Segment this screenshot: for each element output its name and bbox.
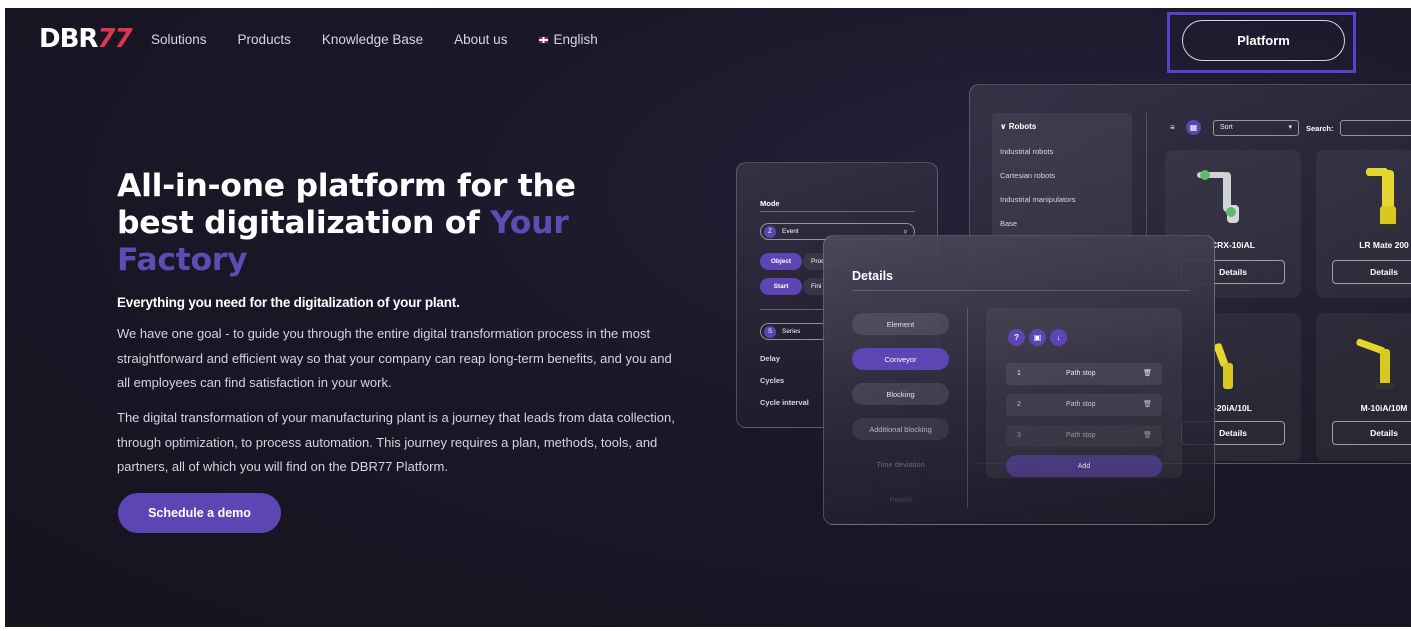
path-stop-number: 3	[1017, 432, 1021, 439]
details-button[interactable]: Details	[1332, 421, 1411, 445]
path-stop-row[interactable]: 1 Path stop 🗑	[1006, 363, 1162, 385]
language-label: English	[553, 32, 598, 47]
path-stop-label: Path stop	[1066, 370, 1096, 377]
robots-sidebar: ∨ Robots Industrial robots Cartesian rob…	[992, 113, 1132, 238]
hero-title-line2-start: best digitalization of	[117, 205, 491, 241]
time-deviation-tab[interactable]: Time deviation	[852, 453, 949, 475]
chevron-down-icon: ∨	[1000, 122, 1009, 131]
series-select[interactable]: S Series	[760, 323, 830, 340]
hero-title: All-in-one platform for the best digital…	[117, 168, 677, 279]
search-label: Search:	[1306, 124, 1334, 133]
platform-button[interactable]: Platform	[1182, 20, 1345, 61]
sort-dropdown[interactable]: Sort ▾	[1213, 120, 1299, 136]
path-stop-number: 1	[1017, 370, 1021, 377]
caret-down-icon: ▾	[1288, 124, 1292, 131]
additional-blocking-tab[interactable]: Additional blocking	[852, 418, 949, 440]
save-icon[interactable]: ▣	[1029, 329, 1046, 346]
path-stop-row[interactable]: 2 Path stop 🗑	[1006, 394, 1162, 416]
logo-accent: 77	[97, 24, 132, 54]
list-view-icon[interactable]: ≡	[1165, 120, 1180, 135]
series-label: Series	[782, 328, 801, 335]
help-icon[interactable]: ?	[1008, 329, 1025, 346]
robot-card-name: LR Mate 200	[1359, 240, 1409, 250]
sort-label: Sort	[1220, 124, 1233, 131]
schedule-demo-button[interactable]: Schedule a demo	[118, 493, 281, 533]
hero-title-line2: best digitalization of Your	[117, 205, 677, 242]
hero-subtitle: Everything you need for the digitalizati…	[117, 295, 460, 310]
event-label: Event	[782, 228, 799, 235]
divider	[967, 308, 968, 508]
hero-title-accent-factory: Factory	[117, 242, 248, 278]
robots-item[interactable]: Industrial robots	[1000, 147, 1053, 156]
hero-paragraph-1: We have one goal - to guide you through …	[117, 326, 672, 390]
nav-solutions[interactable]: Solutions	[151, 32, 207, 47]
divider	[760, 211, 915, 212]
object-toggle[interactable]: Object	[760, 253, 802, 270]
blocking-tab[interactable]: Blocking	[852, 383, 949, 405]
series-badge: S	[764, 325, 776, 338]
element-tab[interactable]: Element	[852, 313, 949, 335]
delay-field-label: Delay	[760, 354, 781, 363]
grid-view-icon[interactable]: ▦	[1186, 120, 1201, 135]
robot-arm-image	[1197, 170, 1239, 223]
hero-paragraph-2: The digital transformation of your manuf…	[117, 410, 675, 474]
logo[interactable]: DBR 77	[39, 24, 133, 54]
robots-category-label: Robots	[1008, 122, 1037, 131]
robots-item[interactable]: Industrial manipulators	[1000, 195, 1075, 204]
hero-title-accent-your: Your	[490, 205, 569, 241]
details-button[interactable]: Details	[1332, 260, 1411, 284]
robot-arm-image	[1366, 168, 1398, 230]
parent-tab[interactable]: Parent	[852, 488, 949, 510]
nav-products[interactable]: Products	[238, 32, 291, 47]
path-stop-label: Path stop	[1066, 432, 1096, 439]
robots-item[interactable]: Base	[1000, 219, 1017, 228]
add-button[interactable]: Add	[1006, 455, 1162, 477]
robot-arm-image	[1356, 338, 1394, 389]
mode-title: Mode	[760, 199, 780, 208]
main-nav: Solutions Products Knowledge Base About …	[151, 32, 629, 47]
robots-category[interactable]: ∨ Robots	[1000, 122, 1036, 131]
trash-icon[interactable]: 🗑	[1143, 400, 1152, 408]
trash-icon[interactable]: 🗑	[1143, 369, 1152, 377]
details-title: Details	[852, 269, 893, 283]
logo-text: DBR	[39, 24, 98, 54]
event-badge: Z	[764, 225, 776, 238]
details-panel: Details Element Conveyor Blocking Additi…	[823, 235, 1215, 525]
robot-card[interactable]: LR Mate 200 Details	[1316, 150, 1411, 298]
robot-card-name: M-10iA/10M	[1360, 403, 1408, 413]
cycle-interval-field-label: Cycle interval	[760, 398, 809, 407]
start-toggle[interactable]: Start	[760, 278, 802, 295]
download-icon[interactable]: ↓	[1050, 329, 1067, 346]
nav-knowledge-base[interactable]: Knowledge Base	[322, 32, 423, 47]
robot-card[interactable]: M-10iA/10M Details	[1316, 313, 1411, 461]
search-input[interactable]	[1340, 120, 1411, 136]
conveyor-tab[interactable]: Conveyor	[852, 348, 949, 370]
page: DBR 77 Solutions Products Knowledge Base …	[5, 8, 1411, 627]
cycles-field-label: Cycles	[760, 376, 785, 385]
path-stop-label: Path stop	[1066, 401, 1096, 408]
robots-item[interactable]: Cartesian robots	[1000, 171, 1055, 180]
uk-flag-icon	[538, 36, 550, 44]
hero-title-line1: All-in-one platform for the	[117, 168, 576, 204]
divider	[852, 290, 1190, 291]
trash-icon[interactable]: 🗑	[1143, 431, 1152, 439]
path-stop-number: 2	[1017, 401, 1021, 408]
language-selector[interactable]: English	[538, 32, 598, 47]
nav-about-us[interactable]: About us	[454, 32, 507, 47]
path-stop-row[interactable]: 3 Path stop 🗑	[1006, 425, 1162, 447]
